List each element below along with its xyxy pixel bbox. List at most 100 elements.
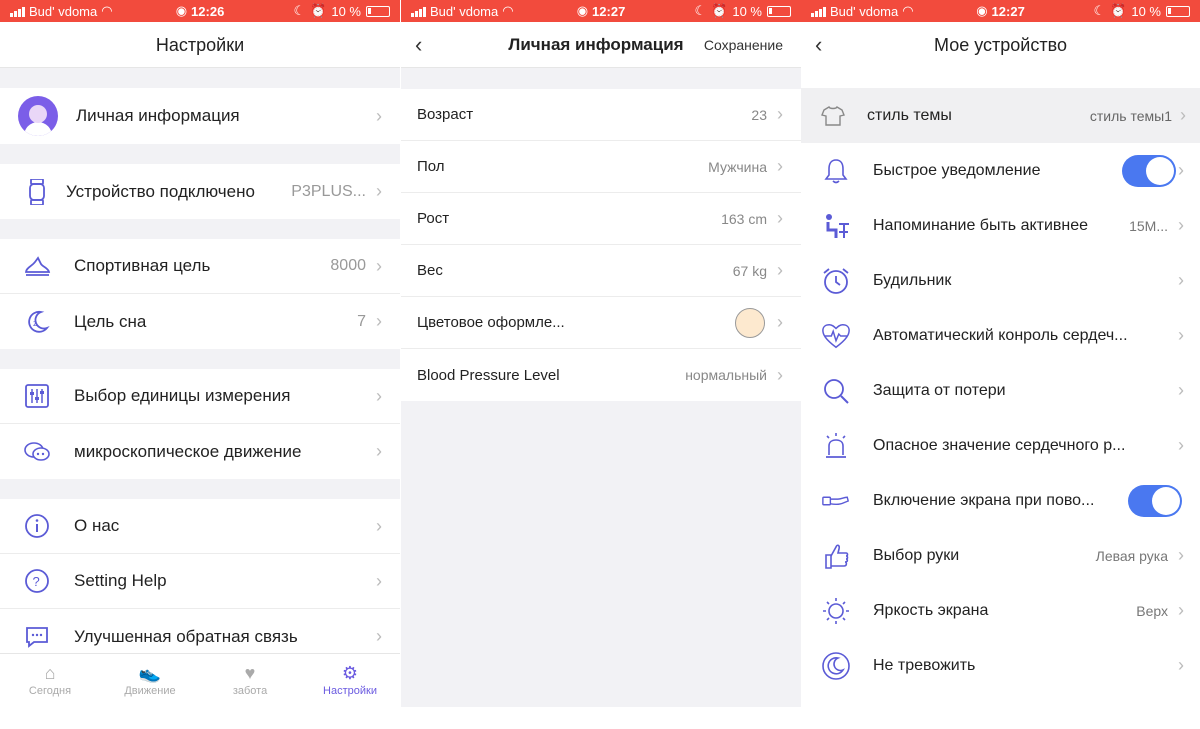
wrist-icon [821, 486, 851, 516]
moon-status-icon: ☾ [1093, 3, 1106, 18]
activity-reminder-row[interactable]: Напоминание быть активнее 15M... › [801, 198, 1200, 253]
raise-to-wake-toggle[interactable] [1128, 484, 1182, 517]
row-label: Не тревожить [873, 656, 976, 674]
goals-group: Спортивная цель 8000 › z Цель сна 7 › [0, 239, 400, 349]
row-label: Улучшенная обратная связь [74, 626, 298, 646]
chat-icon [22, 437, 52, 467]
home-icon: ⌂ [44, 663, 56, 683]
chevron-right-icon: › [376, 570, 382, 591]
sleep-goal-row[interactable]: z Цель сна 7 › [0, 294, 400, 349]
heart-monitor-row[interactable]: Автоматический конроль сердеч... › [801, 308, 1200, 363]
chevron-right-icon: › [777, 364, 783, 385]
battery-percent: 10 % [331, 3, 361, 19]
signal-icon [10, 6, 25, 17]
svg-text:z: z [33, 319, 37, 328]
clock-time: 12:26 [191, 3, 225, 19]
profile-group: Личная информация › [0, 88, 400, 144]
device-name: P3PLUS... [291, 182, 366, 200]
units-row[interactable]: Выбор единицы измерения › [0, 369, 400, 424]
chevron-right-icon: › [1178, 270, 1184, 290]
shirt-icon [821, 105, 845, 127]
row-label: Автоматический конроль сердеч... [873, 326, 1128, 344]
blood-pressure-row[interactable]: Blood Pressure Level нормальный › [401, 349, 801, 401]
tab-label: Настройки [323, 685, 377, 697]
options-group: Выбор единицы измерения › микроскопическ… [0, 369, 400, 479]
battery-percent: 10 % [1131, 3, 1161, 19]
screen-settings: Bud' vdoma ◠ ◉ 12:26 ☾ ⏰ 10 % Настройки Личн… [0, 0, 400, 707]
chevron-right-icon: › [376, 311, 382, 331]
about-row[interactable]: О нас › [0, 499, 400, 554]
carrier-name: Bud' vdoma [430, 3, 499, 19]
row-label: Напоминание быть активнее [873, 216, 1089, 234]
brightness-row[interactable]: Яркость экрана Верх › [801, 583, 1200, 638]
alarm-status-icon: ⏰ [310, 3, 327, 18]
signal-icon [811, 6, 826, 17]
nav-bar: ‹ Мое устройство [801, 22, 1200, 68]
avatar [18, 96, 58, 136]
tab-care[interactable]: ♥ забота [200, 654, 300, 707]
moon-icon: z [22, 307, 52, 337]
chevron-right-icon: › [1178, 435, 1184, 455]
chevron-right-icon: › [376, 255, 382, 276]
personal-info-row[interactable]: Личная информация › [0, 88, 400, 144]
tab-movement[interactable]: 👟 Движение [100, 654, 200, 707]
row-value: 15M... [1129, 217, 1168, 234]
color-theme-row[interactable]: Цветовое оформле... › [401, 297, 801, 349]
height-row[interactable]: Рост 163 cm › [401, 193, 801, 245]
hand-select-row[interactable]: Выбор руки Левая рука › [801, 528, 1200, 583]
nav-bar: ‹ Личная информация Сохранение [401, 22, 801, 68]
help-icon: ? [22, 566, 52, 596]
tab-today[interactable]: ⌂ Сегодня [0, 654, 100, 707]
tab-label: Сегодня [28, 685, 72, 697]
quick-notification-toggle[interactable] [1122, 154, 1176, 187]
status-bar: Bud' vdoma ◠ ◉ 12:27 ☾ ⏰ 10 % [401, 0, 801, 22]
row-label: О нас [74, 516, 120, 535]
back-icon[interactable]: ‹ [415, 32, 422, 58]
dnd-moon-icon [821, 651, 851, 681]
row-value: стиль темы1 [1089, 107, 1172, 124]
chevron-right-icon: › [376, 181, 382, 201]
screen-personal-info: Bud' vdoma ◠ ◉ 12:27 ☾ ⏰ 10 % ‹ Личная инфор… [401, 0, 801, 707]
setting-help-row[interactable]: ? Setting Help › [0, 554, 400, 609]
battery-percent: 10 % [732, 3, 762, 19]
tab-label: Движение [124, 685, 176, 697]
row-label: Быстрое уведомление [873, 161, 1041, 179]
gender-row[interactable]: Пол Мужчина › [401, 141, 801, 193]
status-bar: Bud' vdoma ◠ ◉ 12:26 ☾ ⏰ 10 % [0, 0, 400, 22]
row-value: Верх [1136, 602, 1168, 619]
wifi-icon: ◠ [101, 3, 113, 18]
battery-icon [1166, 5, 1190, 17]
device-group: Устройство подключено P3PLUS... › [0, 164, 400, 219]
weight-row[interactable]: Вес 67 kg › [401, 245, 801, 297]
clock-time: 12:27 [592, 3, 626, 19]
chevron-right-icon: › [777, 312, 783, 332]
row-value: нормальный [685, 367, 767, 383]
alarm-row[interactable]: Будильник › [801, 253, 1200, 308]
chevron-right-icon: › [1180, 105, 1186, 125]
raise-to-wake-row[interactable]: Включение экрана при пово... [801, 473, 1200, 528]
device-connected-row[interactable]: Устройство подключено P3PLUS... › [0, 164, 400, 219]
row-label: Устройство подключено [66, 181, 255, 201]
heart-icon: ♥ [244, 663, 256, 683]
personal-info-list: Возраст 23 › Пол Мужчина › Рост 163 cm › Вес 67… [401, 89, 801, 401]
save-button[interactable]: Сохранение [704, 37, 783, 53]
tab-settings[interactable]: ⚙ Настройки [300, 654, 400, 707]
anti-loss-row[interactable]: Защита от потери › [801, 363, 1200, 418]
row-label: Будильник [873, 271, 952, 289]
heart-danger-row[interactable]: Опасное значение сердечного р... › [801, 418, 1200, 473]
quick-notification-row[interactable]: Быстрое уведомление › [801, 143, 1200, 198]
page-title: Мое устройство [934, 35, 1067, 55]
row-label: Цветовое оформле... [417, 314, 565, 331]
sport-goal-row[interactable]: Спортивная цель 8000 › [0, 239, 400, 294]
row-label: Опасное значение сердечного р... [873, 436, 1126, 454]
screen-my-device: Bud' vdoma ◠ ◉ 12:27 ☾ ⏰ 10 % ‹ Мое устройст… [801, 0, 1200, 707]
do-not-disturb-row[interactable]: Не тревожить › [801, 638, 1200, 693]
age-row[interactable]: Возраст 23 › [401, 89, 801, 141]
micro-motion-row[interactable]: микроскопическое движение › [0, 424, 400, 479]
chevron-right-icon: › [376, 385, 382, 406]
theme-style-row[interactable]: стиль темы стиль темы1 › [801, 88, 1200, 143]
chevron-right-icon: › [777, 260, 783, 280]
chevron-right-icon: › [376, 515, 382, 536]
row-label: Выбор руки [873, 546, 960, 564]
row-label: Яркость экрана [873, 601, 989, 619]
